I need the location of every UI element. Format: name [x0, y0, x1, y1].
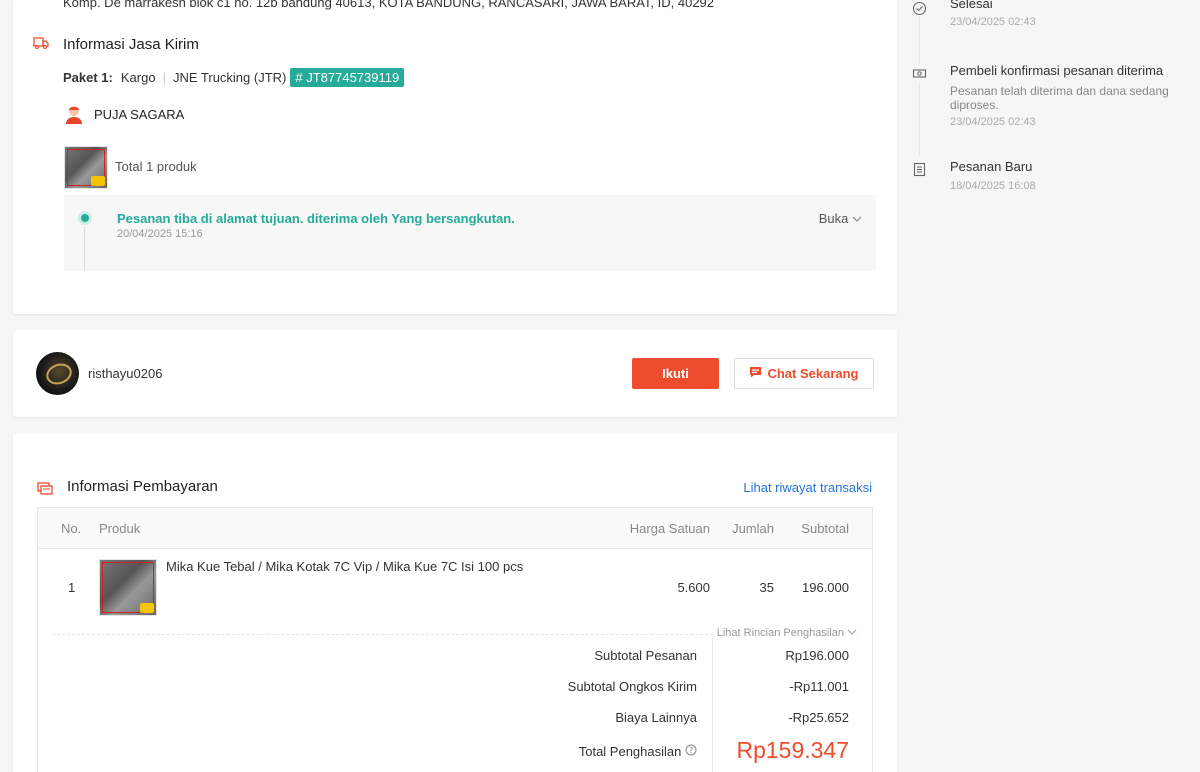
tracking-number-badge[interactable]: # JT87745739119: [290, 68, 405, 87]
subtotal-order-label: Subtotal Pesanan: [594, 648, 697, 663]
package-type: Kargo: [120, 70, 156, 85]
buyer-username[interactable]: risthayu0206: [88, 366, 162, 381]
quantity: 35: [759, 580, 774, 595]
total-income-value: Rp159.347: [736, 737, 849, 763]
timeline-time: 23/04/2025 02:43: [950, 116, 1036, 128]
income-detail-toggle[interactable]: Lihat Rincian Penghasilan: [712, 627, 857, 639]
chat-icon: [749, 366, 762, 381]
tracking-message: Pesanan tiba di alamat tujuan. diterima …: [117, 211, 515, 226]
courier-name: PUJA SAGARA: [94, 106, 185, 122]
document-icon: [911, 161, 928, 178]
courier-row: PUJA SAGARA: [63, 103, 184, 125]
col-qty: Jumlah: [732, 521, 774, 536]
buyer-card: risthayu0206 Ikuti Chat Sekarang: [13, 330, 897, 417]
help-icon[interactable]: ?: [685, 744, 697, 759]
timeline-time: 18/04/2025 16:08: [950, 180, 1036, 192]
payment-section-title: Informasi Pembayaran: [67, 478, 218, 495]
delivery-address: Komp. De marrakesh blok c1 no. 12b bandu…: [63, 0, 715, 10]
row-subtotal: 196.000: [802, 580, 849, 595]
shipping-info-card: Komp. De marrakesh blok c1 no. 12b bandu…: [13, 0, 897, 314]
product-thumbnail[interactable]: [99, 559, 157, 616]
follow-button[interactable]: Ikuti: [632, 358, 719, 389]
product-thumbnail[interactable]: [64, 146, 108, 189]
thumbnail-sticker: [140, 603, 154, 613]
chat-now-label: Chat Sekarang: [767, 366, 859, 381]
income-detail-label: Lihat Rincian Penghasilan: [716, 627, 844, 639]
tracking-time: 20/04/2025 15:16: [117, 228, 203, 240]
chat-now-button[interactable]: Chat Sekarang: [734, 358, 874, 389]
timeline-title: Pembeli konfirmasi pesanan diterima: [950, 63, 1164, 78]
tracking-expand-label: Buka: [818, 211, 849, 226]
courier-service: JNE Trucking (JTR): [172, 70, 287, 85]
payment-info-card: Informasi Pembayaran Lihat riwayat trans…: [13, 433, 897, 772]
shipping-subtotal-label: Subtotal Ongkos Kirim: [567, 679, 697, 694]
tracking-expand-toggle[interactable]: Buka: [819, 211, 862, 226]
other-fees-value: -Rp25.652: [788, 710, 849, 725]
unit-price: 5.600: [677, 580, 710, 595]
total-income-label: Total Penghasilan: [578, 744, 682, 759]
col-no: No.: [61, 521, 82, 536]
shipping-subtotal-value: -Rp11.001: [789, 679, 849, 694]
col-unit-price: Harga Satuan: [629, 521, 710, 536]
shipping-section-title: Informasi Jasa Kirim: [63, 36, 199, 53]
table-row: 1 Mika Kue Tebal / Mika Kotak 7C Vip / M…: [38, 549, 872, 629]
buyer-avatar[interactable]: [36, 352, 79, 395]
tracking-line: [84, 227, 85, 271]
chevron-down-icon: [847, 627, 857, 639]
payment-icon: [37, 481, 53, 500]
chevron-down-icon: [852, 211, 862, 226]
payment-table: No. Produk Harga Satuan Jumlah Subtotal …: [37, 507, 873, 772]
product-name[interactable]: Mika Kue Tebal / Mika Kotak 7C Vip / Mik…: [166, 559, 523, 574]
col-subtotal: Subtotal: [801, 521, 849, 536]
money-icon: [911, 65, 928, 82]
truck-icon: [33, 36, 49, 55]
tracking-status-dot: [78, 211, 92, 225]
package-line: Paket 1: Kargo | JNE Trucking (JTR) # JT…: [63, 68, 405, 87]
separator: |: [162, 70, 166, 85]
thumbnail-sticker: [91, 176, 105, 186]
package-label: Paket 1:: [63, 70, 113, 85]
total-income-row: Total Penghasilan ?: [579, 744, 697, 759]
timeline-time: 23/04/2025 02:43: [950, 16, 1036, 28]
subtotal-order-value: Rp196.000: [785, 648, 849, 663]
total-products: Total 1 produk: [115, 159, 197, 174]
transaction-history-link[interactable]: Lihat riwayat transaksi: [743, 480, 872, 495]
check-circle-icon: [911, 0, 928, 17]
tracking-event-box: Pesanan tiba di alamat tujuan. diterima …: [64, 195, 876, 271]
other-fees-label: Biaya Lainnya: [615, 710, 697, 725]
row-no: 1: [68, 580, 76, 595]
courier-avatar-icon: [63, 103, 85, 125]
timeline-description: Pesanan telah diterima dan dana sedang d…: [950, 84, 1169, 112]
timeline-title: Pesanan Baru: [950, 159, 1033, 174]
summary-divider: [712, 638, 713, 772]
col-product: Produk: [99, 521, 141, 536]
svg-text:?: ?: [689, 746, 693, 755]
timeline-title: Selesai: [950, 0, 993, 11]
table-header: No. Produk Harga Satuan Jumlah Subtotal: [38, 508, 872, 549]
